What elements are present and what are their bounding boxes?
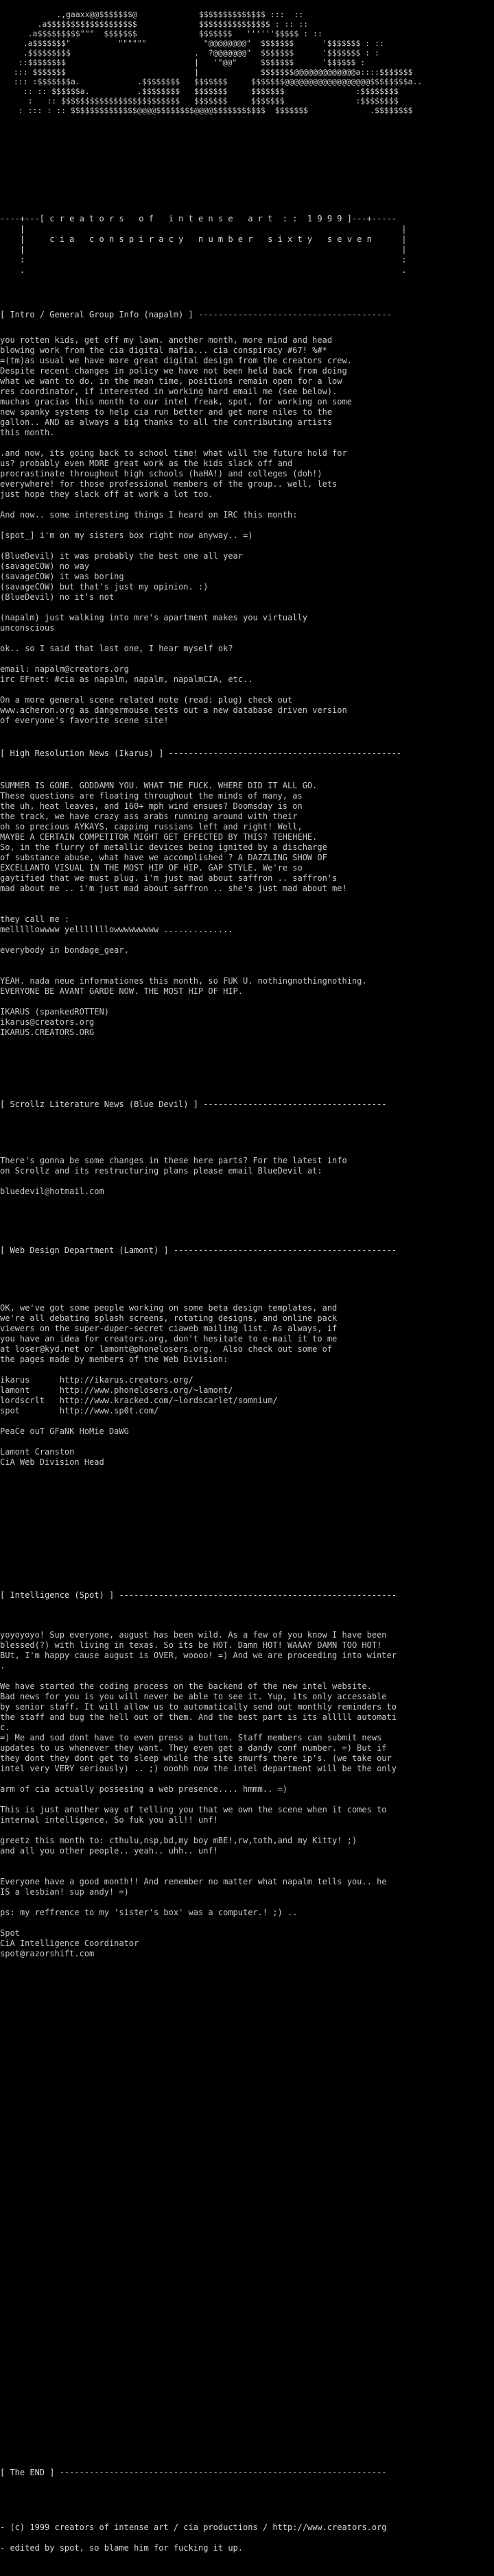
- intel-section-header: [ Intelligence (Spot) ] ----------------…: [0, 1590, 397, 1600]
- scrollz-section-header: [ Scrollz Literature News (Blue Devil) ]…: [0, 1099, 387, 1109]
- webdesign-section-body: OK, we've got some people working on som…: [0, 1303, 338, 1467]
- webdesign-section-header: [ Web Design Department (Lamont) ] -----…: [0, 1246, 397, 1255]
- ascii-art-logo: .,gaaxx@@$$$$$$$@ $$$$$$$$$$$$$$ ::: :: …: [13, 10, 423, 115]
- intro-section-body: you rotten kids, get off my lawn. anothe…: [0, 335, 352, 725]
- scrollz-section-body: There's gonna be some changes in these h…: [0, 1156, 347, 1196]
- hires-section-body: SUMMER IS GONE. GODDAMN YOU. WHAT THE FU…: [0, 781, 367, 1037]
- hires-section-header: [ High Resolution News (Ikarus) ] ------…: [0, 749, 402, 758]
- intro-section-header: [ Intro / General Group Info (napalm) ] …: [0, 310, 392, 319]
- title-banner: ----+---[ c r e a t o r s o f i n t e n …: [0, 214, 407, 275]
- intel-section-body: yoyoyoyo! Sup everyone, august has been …: [0, 1630, 397, 1958]
- footer-credits: - (c) 1999 creators of intense art / cia…: [0, 2523, 387, 2553]
- nfo-document: .,gaaxx@@$$$$$$$@ $$$$$$$$$$$$$$ ::: :: …: [0, 0, 494, 2576]
- end-section-header: [ The END ] ----------------------------…: [0, 2468, 387, 2477]
